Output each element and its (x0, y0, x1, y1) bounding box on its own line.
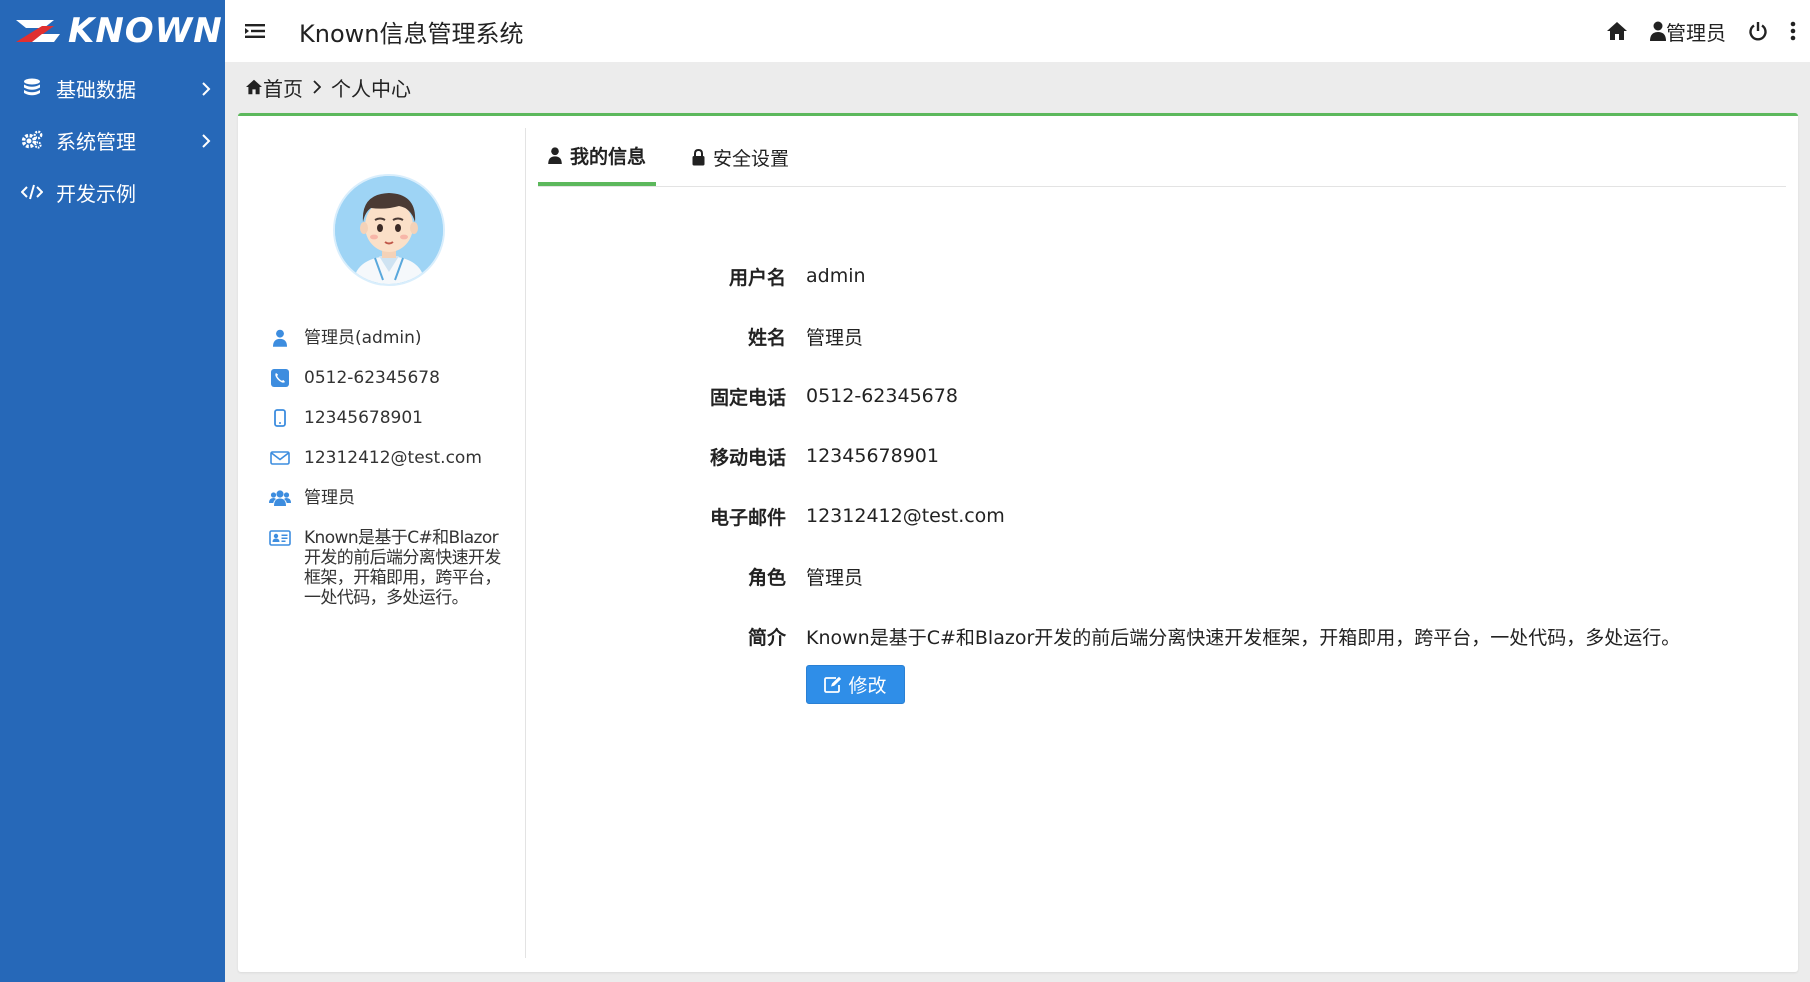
power-icon (1749, 22, 1767, 41)
users-icon (268, 486, 292, 510)
field-value: 管理员 (806, 566, 864, 589)
envelope-icon (268, 446, 292, 470)
profile-name-row: 管理员(admin) (268, 326, 518, 351)
sidebar-item-label: 基础数据 (56, 77, 136, 102)
field-label: 移动电话 (709, 446, 786, 469)
sidebar: KNOWN 基础数据 系统管理 开发示例 (0, 0, 225, 982)
brand-logo[interactable]: KNOWN (0, 0, 225, 62)
user-menu-button[interactable]: 管理员 (1650, 17, 1726, 46)
sidebar-item-label: 开发示例 (56, 181, 136, 206)
tab-label: 我的信息 (570, 145, 647, 168)
field-label: 姓名 (747, 326, 786, 349)
tab-my-info[interactable]: 我的信息 (538, 128, 657, 186)
lock-icon (692, 148, 705, 166)
profile-email: 12312412@test.com (304, 448, 482, 468)
field-role: 角色 管理员 (538, 546, 1680, 606)
more-menu-button[interactable] (1790, 21, 1796, 41)
header-actions: 管理员 (1584, 0, 1796, 62)
user-icon (268, 326, 292, 350)
user-icon (548, 146, 562, 164)
brand-logo-text: KNOWN (68, 11, 223, 51)
breadcrumb-separator-icon (313, 75, 322, 99)
field-label: 电子邮件 (709, 506, 786, 529)
profile-info-list: 管理员(admin) 0512-62345678 12345678901 123… (268, 326, 518, 623)
field-label: 角色 (747, 566, 786, 589)
profile-intro: Known是基于C#和Blazor开发的前后端分离快速开发框架，开箱即用，跨平台… (304, 528, 501, 608)
profile-phone-row: 0512-62345678 (268, 366, 518, 391)
cogs-icon (20, 128, 44, 152)
profile-name: 管理员(admin) (304, 328, 422, 348)
profile-email-row: 12312412@test.com (268, 446, 518, 471)
database-icon (20, 76, 44, 100)
user-icon (1650, 21, 1666, 41)
sidebar-item-system-management[interactable]: 系统管理 (0, 114, 225, 166)
field-label: 简介 (747, 626, 786, 649)
my-info-form: 用户名 admin 姓名 管理员 固定电话 0512-62345678 移动电话… (538, 246, 1680, 666)
home-button[interactable] (1606, 21, 1628, 41)
top-header: Known信息管理系统 管理员 (225, 0, 1810, 62)
breadcrumb-home-link[interactable]: 首页 (263, 73, 303, 102)
tab-security-settings[interactable]: 安全设置 (682, 128, 799, 186)
field-email: 电子邮件 12312412@test.com (538, 486, 1680, 546)
field-label: 用户名 (728, 266, 786, 289)
sidebar-item-dev-examples[interactable]: 开发示例 (0, 166, 225, 218)
tab-label: 安全设置 (713, 147, 790, 170)
sidebar-item-label: 系统管理 (56, 129, 136, 154)
field-username: 用户名 admin (538, 246, 1680, 306)
app-title: Known信息管理系统 (299, 19, 524, 48)
chevron-right-icon (201, 78, 211, 102)
field-mobile: 移动电话 12345678901 (538, 426, 1680, 486)
field-intro: 简介 Known是基于C#和Blazor开发的前后端分离快速开发框架，开箱即用，… (538, 606, 1680, 666)
menu-toggle-button[interactable] (225, 0, 285, 62)
sidebar-item-basic-data[interactable]: 基础数据 (0, 62, 225, 114)
id-card-icon (268, 526, 292, 550)
profile-intro-row: Known是基于C#和Blazor开发的前后端分离快速开发框架，开箱即用，跨平台… (268, 526, 518, 608)
phone-icon (268, 366, 292, 390)
profile-card: 管理员(admin) 0512-62345678 12345678901 123… (238, 113, 1798, 972)
field-value: admin (806, 265, 866, 287)
field-value: 12312412@test.com (806, 505, 1005, 527)
menu-icon (245, 24, 265, 38)
field-value: 12345678901 (806, 445, 939, 467)
profile-mobile-row: 12345678901 (268, 406, 518, 431)
breadcrumb-current: 个人中心 (331, 76, 411, 101)
profile-summary: 管理员(admin) 0512-62345678 12345678901 123… (238, 128, 526, 958)
home-icon (1607, 22, 1627, 40)
user-name-label: 管理员 (1666, 20, 1726, 45)
edit-button[interactable]: 修改 (806, 665, 905, 704)
field-label: 固定电话 (709, 386, 786, 409)
more-vertical-icon (1790, 21, 1796, 41)
home-icon (246, 79, 262, 95)
profile-role-row: 管理员 (268, 486, 518, 511)
edit-button-label: 修改 (848, 675, 887, 697)
avatar (333, 174, 445, 286)
code-icon (20, 180, 44, 204)
field-name: 姓名 管理员 (538, 306, 1680, 366)
field-value: 管理员 (806, 326, 864, 349)
mobile-icon (268, 406, 292, 430)
profile-mobile: 12345678901 (304, 408, 423, 428)
field-value: Known是基于C#和Blazor开发的前后端分离快速开发框架，开箱即用，跨平台… (806, 626, 1681, 649)
profile-phone: 0512-62345678 (304, 368, 440, 388)
brand-logo-mark-icon (16, 20, 60, 42)
profile-role: 管理员 (304, 488, 355, 508)
logout-button[interactable] (1748, 21, 1768, 41)
field-phone: 固定电话 0512-62345678 (538, 366, 1680, 426)
chevron-right-icon (201, 130, 211, 154)
edit-icon (824, 676, 842, 693)
field-value: 0512-62345678 (806, 385, 958, 407)
profile-tabs: 我的信息 安全设置 (538, 128, 1786, 187)
breadcrumb: 首页 个人中心 (245, 72, 411, 102)
